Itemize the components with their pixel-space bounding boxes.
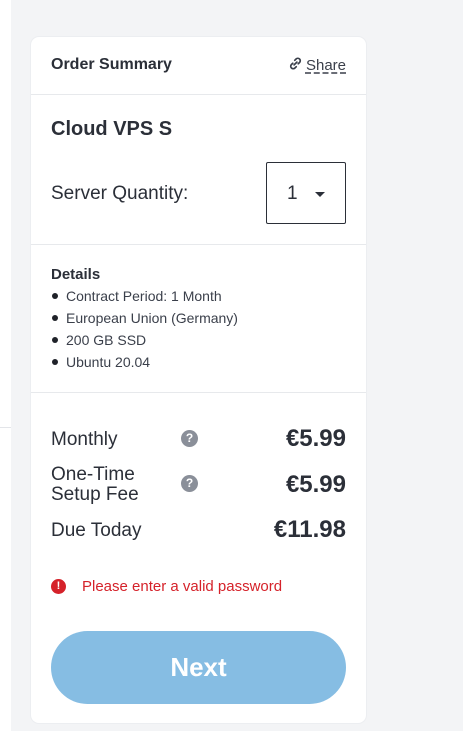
order-summary-header: Order Summary Share [31, 37, 366, 95]
details-item: European Union (Germany) [51, 307, 238, 329]
details-item: Ubuntu 20.04 [51, 351, 238, 373]
caret-down-icon [315, 192, 325, 197]
server-quantity-value: 1 [287, 183, 298, 204]
due-today-price: €11.98 [273, 516, 346, 543]
link-icon [288, 56, 306, 75]
question-circle-icon[interactable]: ? [181, 475, 198, 492]
exclamation-circle-icon: ! [51, 579, 66, 594]
error-message: Please enter a valid password [82, 578, 283, 595]
password-error: ! Please enter a valid password [51, 578, 282, 595]
details-title: Details [51, 266, 101, 283]
left-strip [0, 0, 11, 731]
server-quantity-select[interactable]: 1 [266, 162, 346, 224]
details-section: Details Contract Period: 1 Month Europea… [31, 245, 366, 393]
product-section: Cloud VPS S Server Quantity: 1 [31, 95, 366, 245]
setup-fee-label-line1: One-Time [51, 464, 135, 485]
details-list: Contract Period: 1 Month European Union … [51, 285, 238, 373]
left-divider [0, 427, 11, 428]
order-summary-title: Order Summary [51, 56, 172, 73]
monthly-price: €5.99 [285, 425, 346, 452]
details-item: 200 GB SSD [51, 329, 238, 351]
share-label: Share [305, 57, 346, 74]
product-name: Cloud VPS S [51, 118, 173, 140]
next-button[interactable]: Next [51, 631, 346, 704]
setup-fee-label: One-Time Setup Fee [51, 465, 139, 505]
monthly-label: Monthly [51, 429, 118, 450]
details-item: Contract Period: 1 Month [51, 285, 238, 307]
order-summary-card: Order Summary Share Cloud VPS S Server Q… [31, 37, 366, 723]
share-link[interactable]: Share [288, 56, 346, 75]
question-circle-icon[interactable]: ? [181, 430, 198, 447]
due-today-label: Due Today [51, 520, 142, 541]
setup-fee-label-line2: Setup Fee [51, 484, 139, 505]
setup-fee-price: €5.99 [285, 471, 346, 498]
server-quantity-label: Server Quantity: [51, 183, 189, 204]
